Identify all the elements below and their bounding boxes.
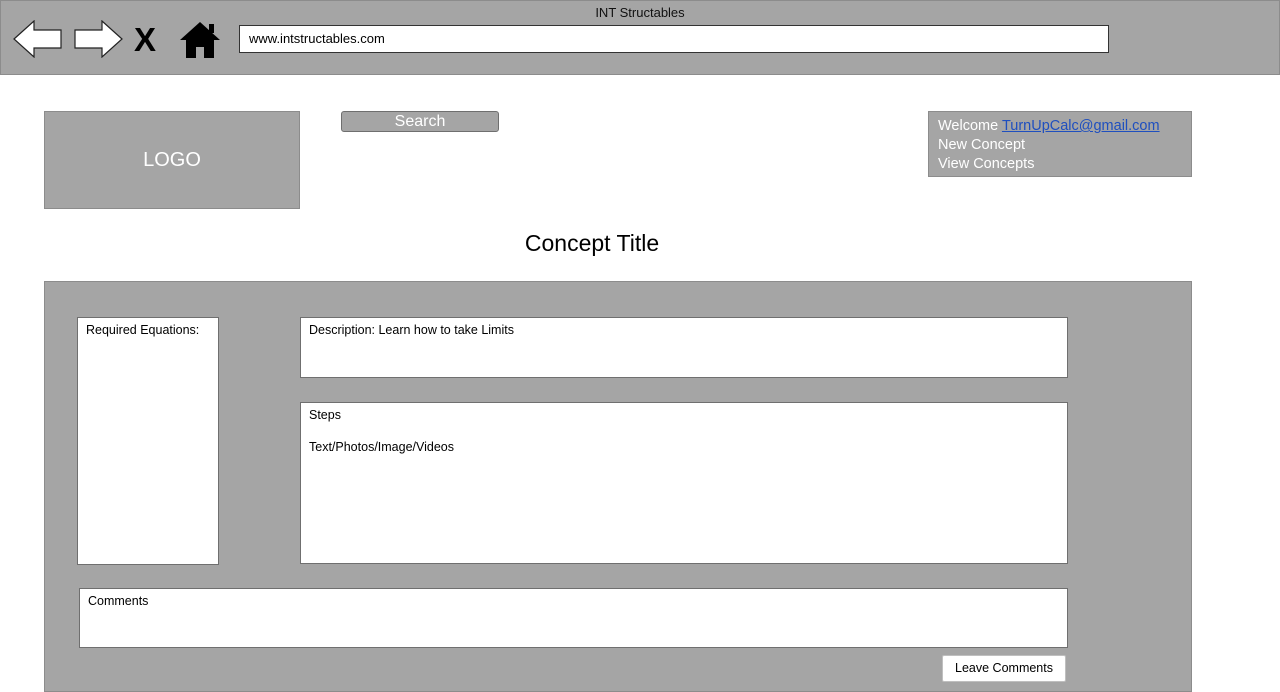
required-equations-label: Required Equations: (86, 323, 200, 337)
url-bar[interactable]: www.intstructables.com (239, 25, 1109, 53)
user-panel: Welcome TurnUpCalc@gmail.com New Concept… (928, 111, 1192, 177)
leave-comments-button[interactable]: Leave Comments (942, 655, 1066, 682)
welcome-line: Welcome TurnUpCalc@gmail.com (938, 117, 1182, 136)
browser-toolbar: INT Structables X www.intstructables.com (0, 0, 1280, 75)
concept-title: Concept Title (524, 230, 660, 256)
steps-label: Steps (309, 408, 341, 422)
forward-button[interactable] (73, 19, 123, 59)
steps-content: Text/Photos/Image/Videos (309, 440, 454, 454)
back-button[interactable] (13, 19, 63, 59)
home-button[interactable] (179, 20, 221, 60)
new-concept-link[interactable]: New Concept (938, 136, 1182, 155)
required-equations-box: Required Equations: (77, 317, 219, 565)
description-text: Description: Learn how to take Limits (309, 323, 514, 337)
search-button[interactable]: Search (341, 111, 499, 132)
steps-box: Steps Text/Photos/Image/Videos (300, 402, 1068, 564)
concept-content-panel: Required Equations: Description: Learn h… (44, 281, 1192, 692)
comments-field[interactable]: Comments (79, 588, 1068, 648)
comments-label: Comments (88, 594, 149, 608)
close-button[interactable]: X (131, 21, 159, 59)
site-logo[interactable]: LOGO (44, 111, 300, 209)
window-title: INT Structables (595, 5, 685, 20)
welcome-label: Welcome (938, 118, 999, 134)
view-concepts-link[interactable]: View Concepts (938, 155, 1182, 174)
forward-arrow-icon (74, 19, 123, 59)
home-icon (180, 22, 220, 58)
user-email-link[interactable]: TurnUpCalc@gmail.com (1002, 118, 1160, 134)
description-box: Description: Learn how to take Limits (300, 317, 1068, 378)
back-arrow-icon (13, 19, 62, 59)
